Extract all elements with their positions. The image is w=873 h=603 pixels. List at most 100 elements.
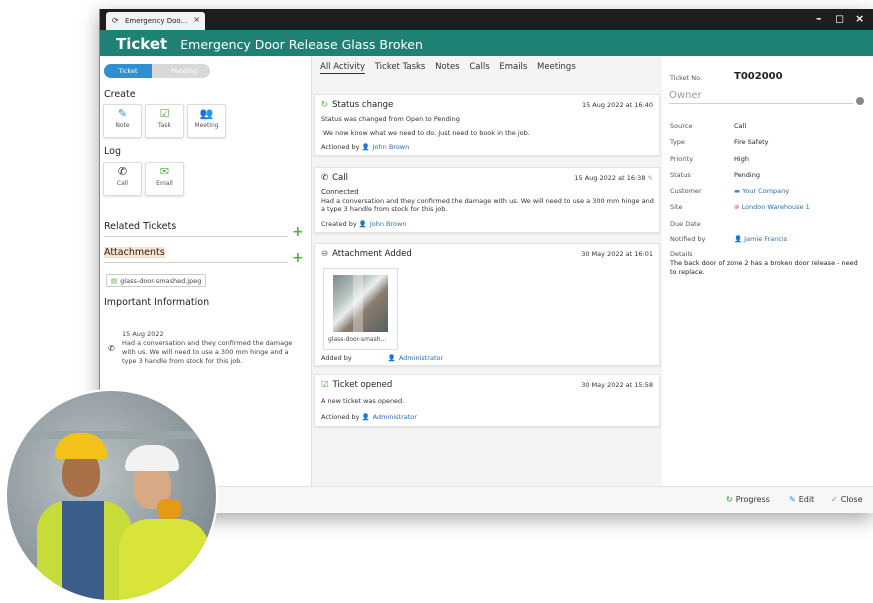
user-icon: 👤 (361, 143, 370, 151)
owner-heading: Owner (669, 90, 702, 101)
activity-card-ticket-opened[interactable]: ☑ Ticket opened 30 May 2022 at 15:58 A ne… (314, 374, 660, 427)
owner-expand-icon[interactable] (856, 97, 864, 105)
log-email-button[interactable]: ✉ Email (145, 162, 184, 196)
field-label-source: Source (670, 122, 693, 130)
create-meeting-button[interactable]: 👥 Meeting (187, 104, 226, 138)
tab-close-icon[interactable]: × (193, 15, 200, 24)
link-icon: ⊖ (321, 249, 329, 259)
progress-button[interactable]: ↻ Progress (726, 495, 770, 504)
edit-pencil-icon[interactable]: ✎ (648, 174, 653, 182)
maximize-button[interactable]: ◻ (835, 12, 844, 25)
by-label: Actioned by (321, 143, 360, 151)
field-value-site[interactable]: ⊗ London Warehouse 1 (734, 203, 810, 211)
divider (104, 262, 288, 263)
tab-all-activity[interactable]: All Activity (320, 62, 366, 74)
image-file-icon: ▤ (111, 277, 118, 285)
tile-label: Note (115, 122, 130, 129)
ticket-no-label: Ticket No. (670, 74, 703, 82)
card-date: 15 Aug 2022 at 16:38 ✎ (574, 174, 653, 182)
by-label: Added by (321, 354, 352, 362)
status-step-ticket[interactable]: Ticket (104, 64, 152, 78)
tile-label: Email (156, 180, 173, 187)
note-icon: ✎ (117, 107, 128, 120)
close-label: Close (840, 495, 863, 504)
card-actioned-by: Actioned by 👤 John Brown (321, 143, 409, 151)
attachment-file-name: glass-door-smashed.jpeg (120, 277, 202, 285)
tab-calls[interactable]: Calls (469, 62, 489, 72)
record-type: Ticket (116, 35, 168, 53)
edit-button[interactable]: ✎ Edit (789, 495, 814, 504)
tile-label: Call (116, 180, 129, 187)
browser-tab[interactable]: ⟳ Emergency Doo... × (106, 12, 205, 30)
tab-emails[interactable]: Emails (499, 62, 527, 72)
important-info-text: Had a conversation and they confirmed th… (122, 339, 293, 365)
site-icon: ⊗ (734, 203, 740, 211)
card-line: Status was changed from Open to Pending (321, 115, 460, 123)
close-button[interactable]: ✓ Close (831, 495, 863, 504)
details-text: The back door of zone 2 has a broken doo… (670, 259, 858, 276)
ticket-title: Emergency Door Release Glass Broken (180, 37, 423, 52)
customer-link[interactable]: Your Company (742, 187, 789, 195)
field-value-notified-by[interactable]: 👤 Jamie Francis (734, 235, 787, 243)
site-link[interactable]: London Warehouse 1 (742, 203, 810, 211)
create-heading: Create (104, 89, 136, 100)
create-task-button[interactable]: ☑ Task (145, 104, 184, 138)
activity-card-status-change[interactable]: ↻ Status change 15 Aug 2022 at 16:40 Stat… (314, 94, 660, 156)
related-tickets-heading: Related Tickets (104, 221, 177, 232)
card-title: ↻ Status change (321, 100, 393, 110)
create-note-button[interactable]: ✎ Note (103, 104, 142, 138)
tile-label: Meeting (194, 122, 219, 129)
field-label-type: Type (670, 138, 685, 146)
log-call-button[interactable]: ✆ Call (103, 162, 142, 196)
white-hard-hat (125, 445, 179, 471)
phone-icon: ✆ (108, 344, 115, 353)
task-icon: ☑ (159, 107, 170, 120)
add-related-ticket-icon[interactable]: + (292, 224, 304, 240)
add-attachment-icon[interactable]: + (292, 250, 304, 266)
user-link[interactable]: John Brown (373, 143, 410, 151)
workers-photo (5, 389, 218, 602)
window-close-button[interactable]: × (855, 12, 864, 25)
divider (669, 103, 853, 104)
field-label-notified-by: Notified by (670, 235, 706, 243)
progress-icon: ↻ (726, 495, 733, 504)
card-title: ✆ Call (321, 173, 348, 183)
browser-chrome: ⟳ Emergency Doo... × – ◻ × (100, 9, 873, 30)
tab-ticket-tasks[interactable]: Ticket Tasks (375, 62, 426, 72)
user-link[interactable]: Administrator (373, 413, 417, 421)
card-line: Had a conversation and they confirmed th… (321, 197, 654, 213)
tab-notes[interactable]: Notes (435, 62, 460, 72)
card-title-text: Call (332, 173, 348, 183)
photo-background-shelf (7, 431, 216, 439)
activity-panel: All Activity Ticket Tasks Notes Calls Em… (312, 56, 662, 486)
worker-vest (119, 519, 209, 600)
card-title-text: Ticket opened (332, 380, 393, 390)
attachments-heading: Attachments (104, 247, 165, 258)
status-step-pending[interactable]: Pending (152, 64, 210, 78)
details-label: Details (670, 250, 693, 258)
attachment-caption: glass-door-smash... (328, 336, 387, 343)
notified-by-link[interactable]: Jamie Francis (744, 235, 787, 243)
details-panel: Ticket No. T002000 Owner Source Call Typ… (662, 56, 873, 486)
user-icon: 👤 (358, 220, 367, 228)
attachment-thumbnail[interactable]: glass-door-smash... (323, 268, 398, 350)
user-link[interactable]: Administrator (399, 354, 443, 362)
activity-card-call[interactable]: ✆ Call 15 Aug 2022 at 16:38 ✎ Connected H… (314, 167, 660, 233)
card-line: A new ticket was opened. (321, 397, 405, 405)
by-label: Created by (321, 220, 357, 228)
field-label-site: Site (670, 203, 683, 211)
check-icon: ✓ (831, 495, 838, 504)
worker-shirt (62, 501, 104, 600)
activity-card-attachment[interactable]: ⊖ Attachment Added 30 May 2022 at 16:01 g… (314, 243, 660, 366)
card-line: Connected (321, 188, 359, 196)
user-link[interactable]: John Brown (370, 220, 407, 228)
important-info-heading: Important Information (104, 297, 210, 308)
field-value-customer[interactable]: ▬ Your Company (734, 187, 789, 195)
attachment-file[interactable]: ▤ glass-door-smashed.jpeg (106, 274, 207, 287)
activity-tabs: All Activity Ticket Tasks Notes Calls Em… (320, 62, 583, 74)
tile-label: Task (158, 122, 171, 129)
tab-meetings[interactable]: Meetings (537, 62, 576, 72)
card-title-text: Attachment Added (332, 249, 412, 259)
user-icon: 👤 (734, 235, 743, 243)
minimize-button[interactable]: – (816, 12, 822, 25)
